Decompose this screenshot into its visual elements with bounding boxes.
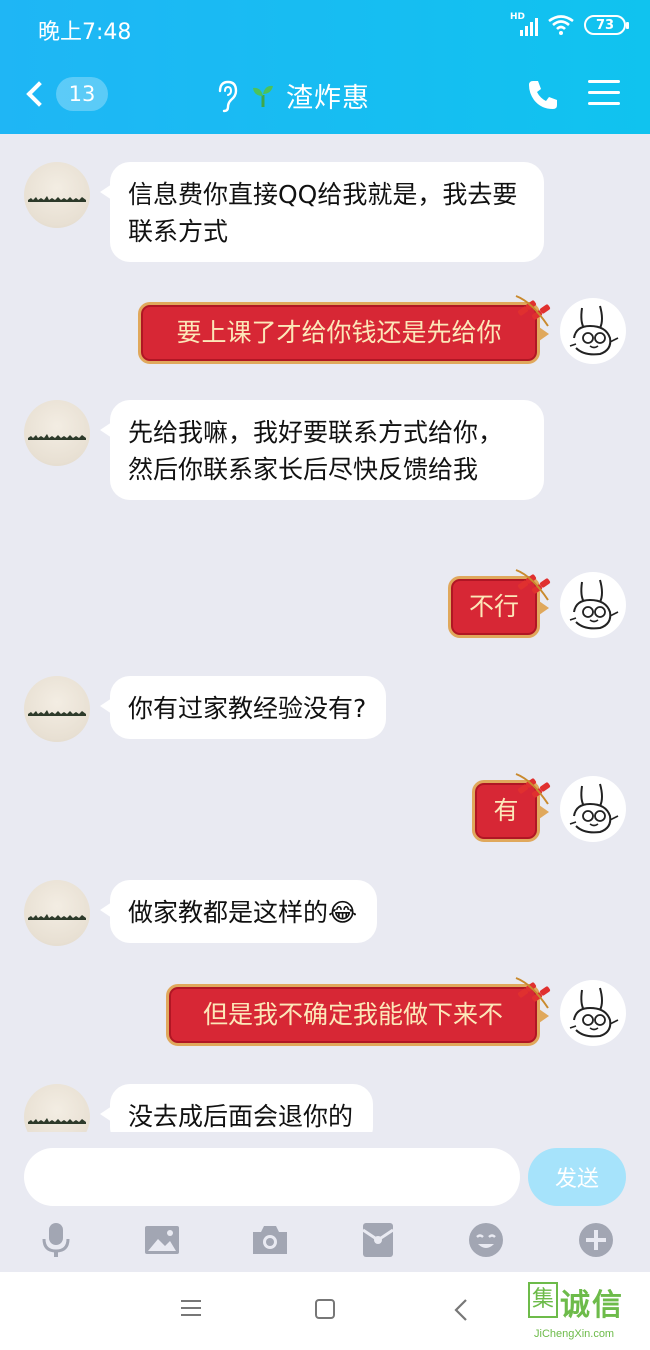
battery-level: 73: [595, 17, 615, 33]
send-button[interactable]: 发送: [528, 1148, 626, 1206]
message-bubble-in[interactable]: 先给我嘛，我好要联系方式给你，然后你联系家长后尽快反馈给我: [100, 400, 544, 500]
nav-bar: 13 渣炸惠: [0, 58, 650, 128]
phone-icon[interactable]: [526, 78, 560, 112]
input-bar: 发送: [0, 1132, 650, 1272]
ear-icon: [218, 80, 238, 112]
my-avatar[interactable]: [560, 776, 626, 842]
menu-icon[interactable]: [588, 80, 620, 108]
status-bar: 晚上7:48 HD 73: [0, 0, 650, 56]
chat-message-list[interactable]: 信息费你直接QQ给我就是，我去要联系方式 要上课了才给你钱还是先给你 先给我嘛，…: [0, 134, 650, 1132]
firecracker-icon: [515, 569, 551, 601]
message-bubble-in[interactable]: 没去成后面会退你的: [99, 1084, 374, 1132]
firecracker-icon: [515, 295, 551, 327]
microphone-icon[interactable]: [36, 1220, 76, 1260]
chat-title: 渣炸惠: [286, 83, 370, 114]
message-text: 没去成后面会退你的: [128, 1102, 354, 1131]
watermark-sub: JiChengXin.com: [534, 1328, 615, 1340]
site-watermark: 集 诚信 JiChengXin.com: [526, 1276, 646, 1346]
wifi-icon: [548, 15, 574, 35]
message-text: 但是我不确定我能做下来不: [202, 1000, 503, 1029]
home-icon[interactable]: [314, 1298, 336, 1320]
battery-icon: 73: [584, 15, 629, 35]
back-button[interactable]: 13: [24, 72, 108, 116]
message-text: 做家教都是这样的😂: [128, 898, 358, 927]
status-time: 晚上7:48: [38, 20, 132, 45]
recent-apps-icon[interactable]: [180, 1298, 202, 1318]
my-avatar[interactable]: [560, 572, 626, 638]
plus-icon[interactable]: [576, 1220, 616, 1260]
signal-icon: HD: [510, 12, 538, 36]
watermark-text: 诚信: [560, 1288, 624, 1323]
message-text: 信息费你直接QQ给我就是，我去要联系方式: [128, 180, 518, 246]
my-avatar[interactable]: [560, 298, 626, 364]
watermark-logo: 集: [528, 1282, 558, 1318]
chat-header: 晚上7:48 HD 73 13 渣炸惠: [0, 0, 650, 134]
contact-avatar[interactable]: [24, 676, 90, 742]
camera-icon[interactable]: [250, 1220, 290, 1260]
input-toolbar: [0, 1220, 650, 1262]
unread-badge: 13: [56, 77, 108, 111]
red-packet-icon[interactable]: [358, 1220, 398, 1260]
contact-avatar[interactable]: [24, 1084, 90, 1132]
firecracker-icon: [515, 977, 551, 1009]
message-text: 要上课了才给你钱还是先给你: [176, 318, 502, 347]
chat-title-area[interactable]: 渣炸惠: [214, 76, 370, 115]
message-text: 先给我嘛，我好要联系方式给你，然后你联系家长后尽快反馈给我: [128, 418, 504, 484]
message-bubble-out[interactable]: 但是我不确定我能做下来不: [166, 984, 549, 1046]
message-input[interactable]: [24, 1148, 520, 1206]
message-bubble-in[interactable]: 你有过家教经验没有?: [99, 676, 387, 739]
contact-avatar[interactable]: [24, 400, 90, 466]
contact-avatar[interactable]: [24, 162, 90, 228]
back-nav-icon[interactable]: [452, 1298, 470, 1322]
message-bubble-in[interactable]: 做家教都是这样的😂: [99, 880, 378, 943]
firecracker-icon: [515, 773, 551, 805]
status-icons: HD 73: [510, 12, 629, 36]
message-bubble-out[interactable]: 要上课了才给你钱还是先给你: [138, 302, 549, 364]
message-bubble-in[interactable]: 信息费你直接QQ给我就是，我去要联系方式: [100, 162, 544, 262]
back-chevron-icon: [26, 81, 52, 107]
my-avatar[interactable]: [560, 980, 626, 1046]
system-nav-bar: 集 诚信 JiChengXin.com: [0, 1272, 650, 1350]
sprout-icon: [253, 85, 273, 107]
emoji-icon[interactable]: [466, 1220, 506, 1260]
image-icon[interactable]: [142, 1220, 182, 1260]
message-text: 你有过家教经验没有?: [128, 694, 367, 723]
contact-avatar[interactable]: [24, 880, 90, 946]
